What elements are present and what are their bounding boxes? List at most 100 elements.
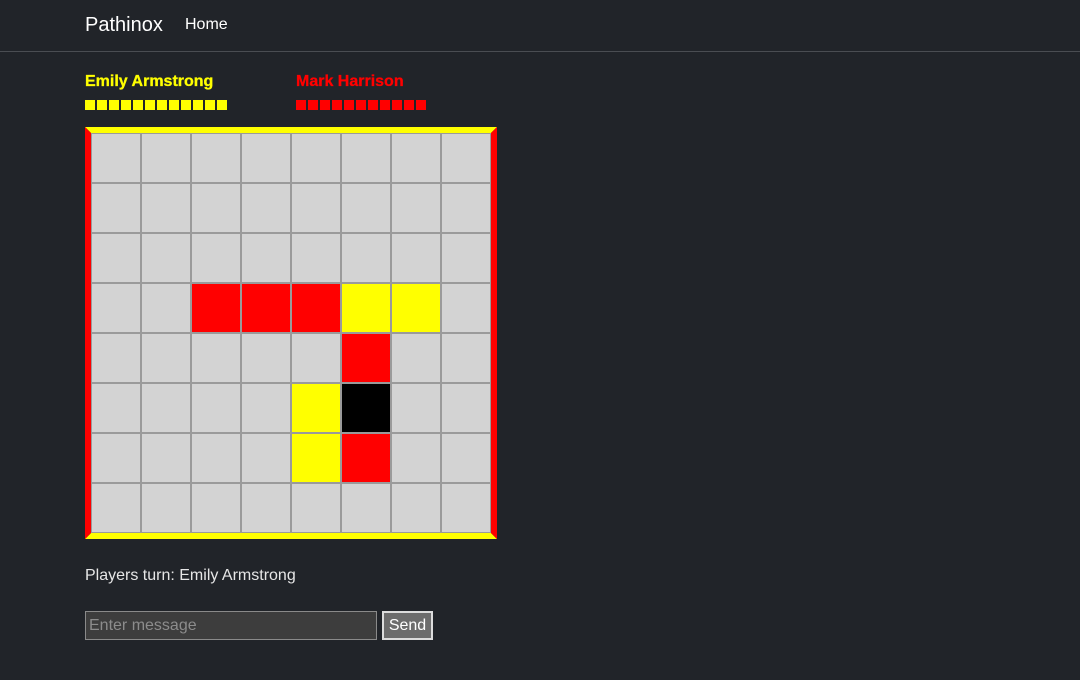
board-cell-empty[interactable] (241, 433, 291, 483)
board-cell-empty[interactable] (191, 133, 241, 183)
board-cell-empty[interactable] (191, 183, 241, 233)
board-cell-empty[interactable] (141, 283, 191, 333)
remaining-piece (133, 100, 143, 110)
board-cell-empty[interactable] (241, 233, 291, 283)
board-cell-empty[interactable] (91, 133, 141, 183)
board-cell-empty[interactable] (141, 383, 191, 433)
board-cell-empty[interactable] (391, 333, 441, 383)
board-cell-empty[interactable] (241, 333, 291, 383)
remaining-piece (145, 100, 155, 110)
remaining-piece (217, 100, 227, 110)
board-cell-empty[interactable] (141, 333, 191, 383)
remaining-piece (380, 100, 390, 110)
board-cell-empty[interactable] (91, 183, 141, 233)
player-red-name: Mark Harrison (296, 73, 404, 90)
board-cell-red[interactable] (191, 283, 241, 333)
board-cell-empty[interactable] (91, 233, 141, 283)
board-cell-red[interactable] (291, 283, 341, 333)
player-red-pieces (296, 100, 426, 110)
board-cell-empty[interactable] (191, 483, 241, 533)
board-cell-empty[interactable] (291, 333, 341, 383)
board-cell-empty[interactable] (241, 183, 291, 233)
board-cell-empty[interactable] (141, 133, 191, 183)
board-cell-empty[interactable] (391, 133, 441, 183)
board-grid (91, 133, 491, 533)
board-cell-empty[interactable] (291, 133, 341, 183)
board-cell-empty[interactable] (341, 233, 391, 283)
board-cell-empty[interactable] (291, 233, 341, 283)
board-cell-empty[interactable] (241, 133, 291, 183)
board-cell-empty[interactable] (241, 483, 291, 533)
player-yellow-panel: Emily Armstrong (85, 72, 227, 110)
board-cell-empty[interactable] (441, 283, 491, 333)
board-cell-empty[interactable] (241, 383, 291, 433)
board-cell-empty[interactable] (441, 433, 491, 483)
board-cell-empty[interactable] (141, 433, 191, 483)
board-cell-empty[interactable] (441, 233, 491, 283)
board-cell-empty[interactable] (91, 333, 141, 383)
board-cell-empty[interactable] (291, 483, 341, 533)
board-cell-empty[interactable] (341, 183, 391, 233)
player-yellow-pieces (85, 100, 227, 110)
board-cell-yellow[interactable] (291, 433, 341, 483)
board-cell-empty[interactable] (91, 283, 141, 333)
remaining-piece (320, 100, 330, 110)
brand-link[interactable]: Pathinox (85, 13, 163, 37)
nav-home-link[interactable]: Home (185, 15, 228, 35)
board-cell-empty[interactable] (391, 433, 441, 483)
board-cell-empty[interactable] (441, 383, 491, 433)
remaining-piece (157, 100, 167, 110)
player-red-panel: Mark Harrison (296, 72, 426, 110)
game-board (85, 127, 497, 539)
board-edge-right (491, 127, 497, 539)
board-cell-red[interactable] (241, 283, 291, 333)
player-yellow-name: Emily Armstrong (85, 73, 214, 90)
remaining-piece (181, 100, 191, 110)
board-cell-empty[interactable] (291, 183, 341, 233)
board-cell-empty[interactable] (141, 483, 191, 533)
board-cell-black[interactable] (341, 383, 391, 433)
remaining-piece (296, 100, 306, 110)
board-cell-empty[interactable] (391, 183, 441, 233)
remaining-piece (368, 100, 378, 110)
board-cell-empty[interactable] (141, 183, 191, 233)
board-cell-empty[interactable] (391, 383, 441, 433)
send-button[interactable]: Send (382, 611, 433, 640)
message-input[interactable] (85, 611, 377, 640)
board-cell-empty[interactable] (191, 383, 241, 433)
remaining-piece (193, 100, 203, 110)
board-cell-empty[interactable] (91, 433, 141, 483)
board-cell-empty[interactable] (191, 233, 241, 283)
turn-indicator: Players turn: Emily Armstrong (85, 567, 296, 584)
board-edge-bottom (85, 533, 497, 539)
navbar: Pathinox Home (0, 0, 1080, 52)
board-cell-empty[interactable] (91, 483, 141, 533)
board-cell-empty[interactable] (91, 383, 141, 433)
board-cell-empty[interactable] (391, 233, 441, 283)
board-cell-red[interactable] (341, 433, 391, 483)
board-cell-empty[interactable] (191, 333, 241, 383)
board-cell-empty[interactable] (441, 333, 491, 383)
board-cell-empty[interactable] (191, 433, 241, 483)
board-cell-empty[interactable] (341, 483, 391, 533)
board-cell-yellow[interactable] (391, 283, 441, 333)
remaining-piece (404, 100, 414, 110)
board-cell-empty[interactable] (141, 233, 191, 283)
board-cell-yellow[interactable] (341, 283, 391, 333)
remaining-piece (308, 100, 318, 110)
chat-form: Send (85, 611, 433, 640)
board-cell-empty[interactable] (441, 183, 491, 233)
board-cell-empty[interactable] (391, 483, 441, 533)
board-cell-red[interactable] (341, 333, 391, 383)
remaining-piece (392, 100, 402, 110)
remaining-piece (85, 100, 95, 110)
board-cell-empty[interactable] (441, 133, 491, 183)
remaining-piece (205, 100, 215, 110)
board-cell-yellow[interactable] (291, 383, 341, 433)
remaining-piece (169, 100, 179, 110)
remaining-piece (344, 100, 354, 110)
board-cell-empty[interactable] (441, 483, 491, 533)
remaining-piece (121, 100, 131, 110)
board-cell-empty[interactable] (341, 133, 391, 183)
remaining-piece (332, 100, 342, 110)
